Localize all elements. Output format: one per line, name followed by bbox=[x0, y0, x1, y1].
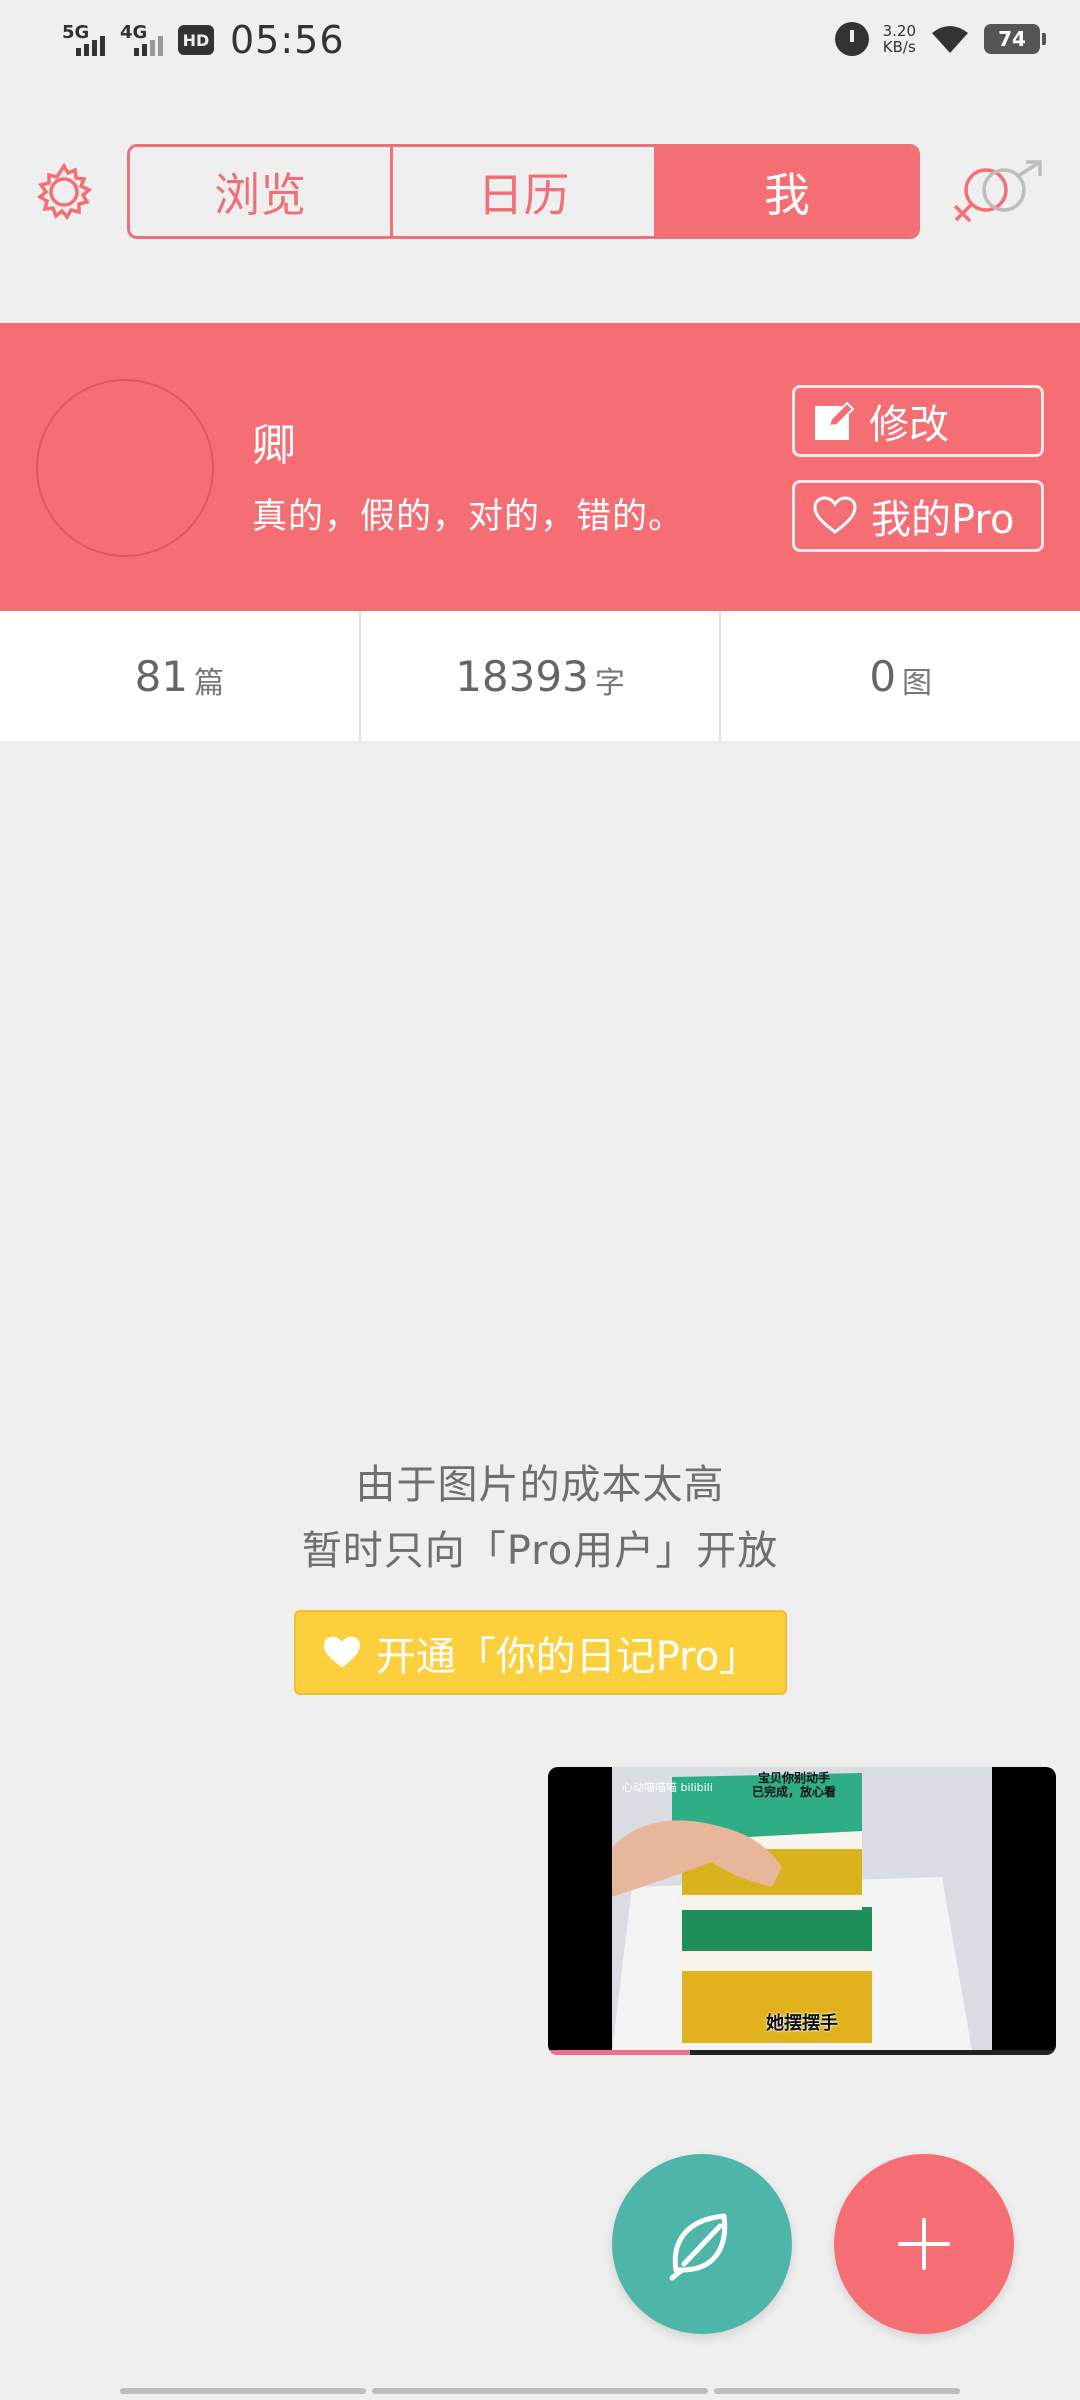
video-top-caption-1: 宝贝你别动手 bbox=[758, 1771, 831, 1785]
notice-line-1: 由于图片的成本太高 bbox=[355, 1462, 725, 1508]
stat-words[interactable]: 18393 字 bbox=[361, 611, 722, 741]
speed-value: 3.20 bbox=[882, 22, 916, 40]
stats-bar: 81 篇 18393 字 0 图 bbox=[0, 611, 1080, 741]
edit-profile-button[interactable]: 修改 bbox=[792, 385, 1044, 457]
my-pro-button[interactable]: 我的Pro bbox=[792, 480, 1044, 552]
edit-icon bbox=[815, 401, 855, 440]
stat-words-unit: 字 bbox=[594, 666, 625, 701]
status-left: 5G 4G HD 05:56 bbox=[62, 18, 345, 62]
profile-name: 卿 bbox=[252, 420, 296, 471]
video-top-caption-2: 已完成，放心看 bbox=[752, 1785, 837, 1799]
status-bar: 5G 4G HD 05:56 3.20 KB/s 74 bbox=[0, 0, 1080, 84]
edit-label: 修改 bbox=[869, 402, 949, 448]
tab-me[interactable]: 我 bbox=[656, 147, 917, 236]
add-entry-button[interactable] bbox=[834, 2154, 1014, 2334]
gear-icon[interactable] bbox=[34, 162, 94, 222]
heart-icon bbox=[813, 496, 857, 534]
video-watermark: 心动喵喵喵 bilibili bbox=[622, 1781, 713, 1794]
signal-4g-icon: 4G bbox=[120, 20, 168, 60]
floating-video-player[interactable]: 心动喵喵喵 bilibili 宝贝你别动手 已完成，放心看 她摆摆手 bbox=[548, 1767, 1056, 2055]
clock: 05:56 bbox=[230, 18, 345, 62]
video-top-caption: 宝贝你别动手 已完成，放心看 bbox=[752, 1771, 836, 1799]
notice-line-2: 暂时只向「Pro用户」开放 bbox=[301, 1528, 779, 1574]
home-indicator-right[interactable] bbox=[714, 2388, 960, 2394]
stat-entries-unit: 篇 bbox=[194, 666, 225, 701]
upgrade-pro-button[interactable]: 开通「你的日记Pro」 bbox=[294, 1610, 787, 1695]
leaf-icon bbox=[669, 2213, 728, 2281]
tab-browse[interactable]: 浏览 bbox=[130, 147, 394, 236]
stat-words-value: 18393 bbox=[455, 651, 589, 701]
battery-indicator: 74 bbox=[984, 24, 1046, 54]
video-frame: 心动喵喵喵 bilibili 宝贝你别动手 已完成，放心看 她摆摆手 bbox=[612, 1767, 992, 2051]
avatar[interactable] bbox=[36, 379, 214, 557]
tab-calendar[interactable]: 日历 bbox=[393, 147, 657, 236]
stat-entries[interactable]: 81 篇 bbox=[0, 611, 361, 741]
home-indicator-left[interactable] bbox=[120, 2388, 366, 2394]
wifi-icon bbox=[932, 26, 968, 53]
hd-voice-icon: HD bbox=[178, 25, 214, 55]
stat-images[interactable]: 0 图 bbox=[721, 611, 1080, 741]
video-subtitle: 她摆摆手 bbox=[766, 2013, 838, 2034]
video-progress-fill bbox=[548, 2050, 691, 2055]
pro-label: 我的Pro bbox=[871, 497, 1015, 543]
network-speed: 3.20 KB/s bbox=[883, 23, 916, 55]
signal-5g-icon: 5G bbox=[62, 20, 110, 60]
plus-icon bbox=[898, 2218, 950, 2270]
upgrade-pro-label: 开通「你的日记Pro」 bbox=[375, 1633, 760, 1680]
stat-images-unit: 图 bbox=[902, 666, 933, 701]
profile-bio: 真的，假的，对的，错的。 bbox=[252, 497, 685, 537]
speed-unit: KB/s bbox=[882, 38, 916, 56]
alarm-icon bbox=[834, 22, 869, 56]
home-indicator-center[interactable] bbox=[372, 2388, 708, 2394]
leaf-button[interactable] bbox=[612, 2154, 792, 2334]
status-right: 3.20 KB/s 74 bbox=[834, 22, 1046, 56]
heart-icon bbox=[323, 1636, 360, 1667]
gender-icon[interactable] bbox=[950, 158, 1046, 228]
profile-header: 卿 真的，假的，对的，错的。 修改 我的Pro bbox=[0, 323, 1080, 611]
stat-entries-value: 81 bbox=[134, 651, 189, 701]
stat-images-value: 0 bbox=[869, 651, 897, 701]
video-progress-bar[interactable] bbox=[548, 2050, 1056, 2055]
main-tabs: 浏览 日历 我 bbox=[127, 144, 920, 239]
